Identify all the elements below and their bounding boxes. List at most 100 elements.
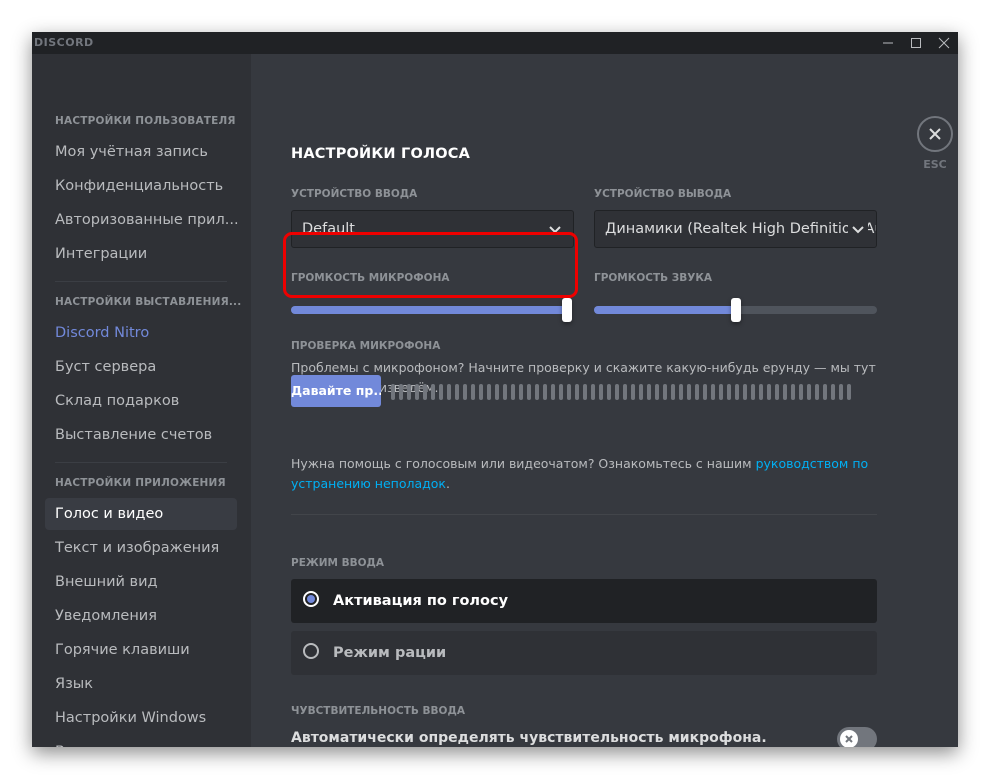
output-device-select[interactable]: Динамики (Realtek High Definition Audio) [594,210,877,248]
maximize-icon [911,38,921,48]
level-bar [703,384,707,400]
discord-logo: DISCORD [34,36,94,49]
input-device-label: УСТРОЙСТВО ВВОДА [291,188,418,200]
level-bar [743,384,747,400]
level-bar [831,384,835,400]
radio-selected-icon [303,591,319,607]
level-bar [439,384,443,400]
sidebar-item-integrations[interactable]: Интеграции [45,238,237,270]
sidebar-item-authorized-apps[interactable]: Авторизованные прил... [45,204,239,236]
level-bar [615,384,619,400]
maximize-button[interactable] [902,32,930,54]
output-volume-fill [594,306,736,314]
level-bar [799,384,803,400]
output-volume-handle[interactable] [730,298,741,322]
radio-voice-activity-label: Активация по голосу [333,593,509,609]
close-settings-button[interactable] [917,116,953,152]
level-bar [479,384,483,400]
esc-label: ESC [923,158,947,171]
toggle-knob [840,730,858,747]
level-bar [839,384,843,400]
highlight-annotation [283,232,578,298]
sidebar-item-windows-settings[interactable]: Настройки Windows [45,702,237,734]
level-bar [847,384,851,400]
sidebar-item-server-boost[interactable]: Буст сервера [45,351,237,383]
level-bar [767,384,771,400]
help-text-suffix: . [445,476,450,491]
auto-sensitivity-toggle[interactable] [837,727,877,747]
voice-settings-panel: НАСТРОЙКИ ГОЛОСА ESC УСТРОЙСТВО ВВОДА De… [251,54,958,747]
sidebar-item-gift-inventory[interactable]: Склад подарков [45,385,237,417]
sidebar-item-truncated[interactable]: В... [45,736,237,747]
level-bar [567,384,571,400]
level-bar [639,384,643,400]
sidebar-item-notifications[interactable]: Уведомления [45,600,237,632]
input-mode-label: РЕЖИМ ВВОДА [291,557,385,569]
level-bar [519,384,523,400]
level-bar [735,384,739,400]
level-bar [455,384,459,400]
level-bar [647,384,651,400]
level-bar [807,384,811,400]
mic-volume-slider[interactable] [291,298,572,322]
level-bar [559,384,563,400]
level-bar [495,384,499,400]
help-text-body: Нужна помощь с голосовым или видеочатом?… [291,456,756,471]
level-bar [823,384,827,400]
sidebar-item-appearance[interactable]: Внешний вид [45,566,237,598]
level-bar [487,384,491,400]
level-bar [415,384,419,400]
output-volume-slider[interactable] [594,298,877,322]
level-bar [535,384,539,400]
level-bar [583,384,587,400]
level-bar [607,384,611,400]
window-close-button[interactable] [930,32,958,54]
level-bar [511,384,515,400]
level-bar [447,384,451,400]
level-bar [391,384,395,400]
level-bar [719,384,723,400]
mic-test-button[interactable]: Давайте пр... [291,375,381,407]
sidebar-item-text-images[interactable]: Текст и изображения [45,532,237,564]
level-bar [543,384,547,400]
level-bar [527,384,531,400]
level-bar [599,384,603,400]
help-text: Нужна помощь с голосовым или видеочатом?… [291,454,881,494]
level-bar [399,384,403,400]
chevron-down-icon [848,211,868,247]
level-bar [815,384,819,400]
page-title: НАСТРОЙКИ ГОЛОСА [291,146,471,162]
level-bar [663,384,667,400]
sidebar-item-voice-video[interactable]: Голос и видео [45,498,237,530]
sidebar-item-discord-nitro[interactable]: Discord Nitro [45,317,237,349]
mic-test-label: ПРОВЕРКА МИКРОФОНА [291,340,441,352]
level-bar [727,384,731,400]
level-bar [791,384,795,400]
level-bar [775,384,779,400]
level-bar [431,384,435,400]
section-header-billing-settings: НАСТРОЙКИ ВЫСТАВЛЕНИЯ... [55,296,242,308]
sidebar-item-my-account[interactable]: Моя учётная запись [45,136,237,168]
level-bar [783,384,787,400]
level-bar [695,384,699,400]
level-bar [471,384,475,400]
level-bar [655,384,659,400]
minimize-icon [883,42,893,44]
section-header-user-settings: НАСТРОЙКИ ПОЛЬЗОВАТЕЛЯ [55,115,236,127]
sidebar-item-billing[interactable]: Выставление счетов [45,419,237,451]
minimize-button[interactable] [874,32,902,54]
settings-sidebar: НАСТРОЙКИ ПОЛЬЗОВАТЕЛЯ Моя учётная запис… [32,54,251,747]
discord-window: DISCORD НАСТРОЙКИ ПОЛЬЗОВАТЕЛЯ Моя учётн… [32,32,958,747]
output-volume-label: ГРОМКОСТЬ ЗВУКА [594,272,713,284]
sidebar-item-privacy[interactable]: Конфиденциальность [45,170,237,202]
radio-voice-activity[interactable]: Активация по голосу [291,579,877,623]
level-bar [623,384,627,400]
section-divider [291,514,877,515]
radio-push-to-talk[interactable]: Режим рации [291,631,877,675]
mic-volume-handle[interactable] [562,298,572,322]
level-bar [759,384,763,400]
sidebar-item-language[interactable]: Язык [45,668,237,700]
radio-push-to-talk-label: Режим рации [333,645,447,661]
level-bar [407,384,411,400]
sidebar-item-keybinds[interactable]: Горячие клавиши [45,634,237,666]
